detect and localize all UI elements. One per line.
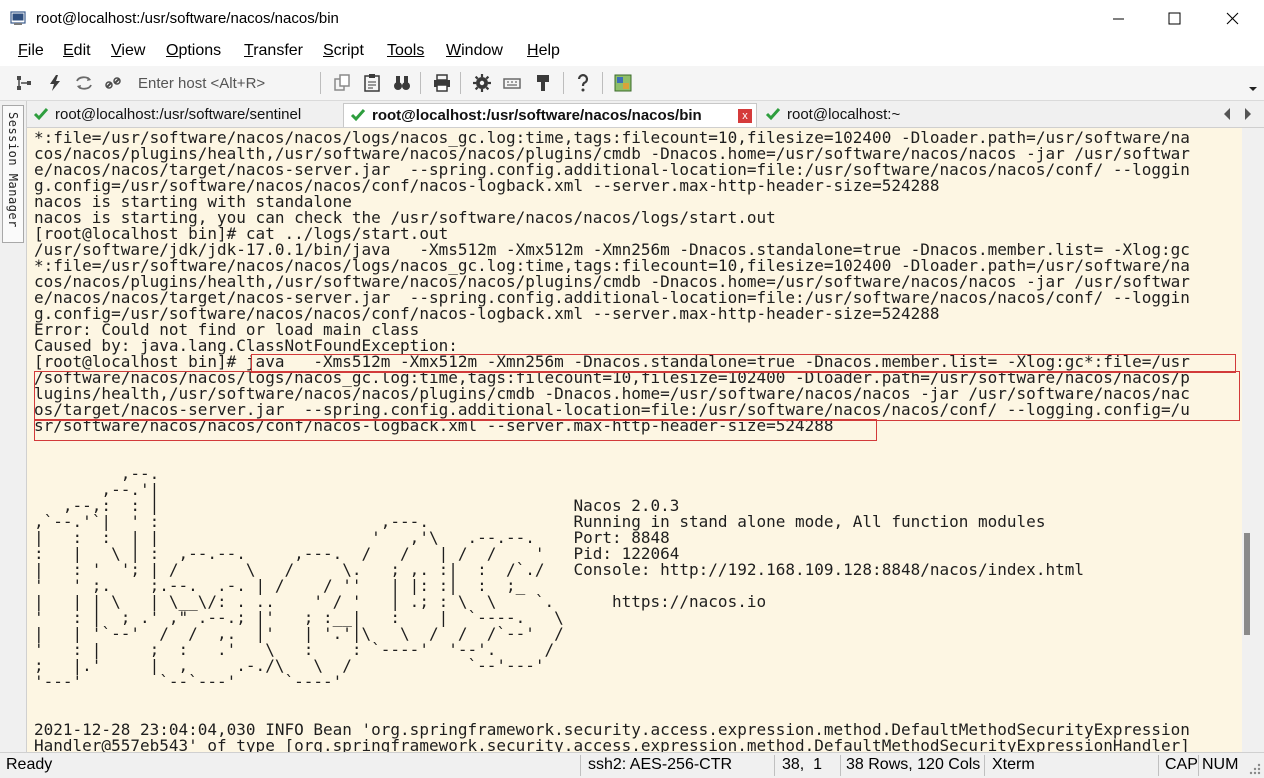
session-tab-bar: root@localhost:/usr/software/sentinel ro… [27, 101, 1264, 128]
toolbar-separator [602, 72, 603, 94]
toolbar [0, 66, 1264, 101]
connected-check-icon [350, 109, 366, 122]
status-separator [774, 755, 775, 776]
menu-window[interactable]: Window [446, 42, 503, 60]
menu-tools[interactable]: Tools [387, 42, 424, 60]
toolbar-overflow-icon[interactable] [1248, 85, 1258, 93]
tab-label: root@localhost:/usr/software/nacos/nacos… [372, 107, 702, 124]
connected-check-icon [765, 108, 781, 121]
menu-options[interactable]: Options [166, 42, 221, 60]
toolbar-separator [460, 72, 461, 94]
keymap-icon[interactable] [502, 73, 522, 93]
sftp-icon[interactable] [533, 73, 553, 93]
toolbar-separator [420, 72, 421, 94]
status-ready: Ready [6, 756, 53, 773]
terminal-output: *:file=/usr/software/nacos/nacos/logs/na… [34, 128, 1190, 753]
resize-grip-icon[interactable] [1248, 762, 1262, 776]
settings-icon[interactable] [472, 73, 492, 93]
session-manager-label: Session Manager [6, 112, 20, 228]
connected-check-icon [33, 108, 49, 121]
highlight-box [34, 371, 1240, 421]
toolbar-separator [320, 72, 321, 94]
tab-home[interactable]: root@localhost:~ [759, 103, 949, 126]
status-separator [580, 755, 581, 776]
connect-icon[interactable] [14, 73, 34, 93]
menu-bar: File Edit View Options Transfer Script T… [0, 38, 1264, 64]
session-manager-panel: Session Manager [0, 101, 27, 752]
status-separator [984, 755, 985, 776]
status-terminal-size: 38 Rows, 120 Cols [846, 756, 981, 773]
menu-help[interactable]: Help [527, 42, 560, 60]
highlight-box [34, 419, 877, 441]
tab-close-button[interactable]: x [738, 109, 752, 123]
session-icon[interactable] [613, 73, 633, 93]
terminal-scrollbar[interactable] [1242, 128, 1264, 752]
tab-sentinel[interactable]: root@localhost:/usr/software/sentinel [27, 103, 339, 126]
title-bar: root@localhost:/usr/software/nacos/nacos… [0, 0, 1264, 38]
scrollbar-thumb[interactable] [1244, 533, 1250, 635]
quick-connect-icon[interactable] [45, 73, 65, 93]
menu-edit[interactable]: Edit [63, 42, 91, 60]
menu-view[interactable]: View [111, 42, 145, 60]
menu-transfer[interactable]: Transfer [244, 42, 303, 60]
minimize-icon [1113, 18, 1124, 20]
paste-icon[interactable] [362, 73, 382, 93]
copy-icon[interactable] [332, 73, 352, 93]
close-icon [1226, 12, 1239, 25]
window-title: root@localhost:/usr/software/nacos/nacos… [36, 10, 339, 27]
status-cursor-position: 38, 1 [782, 756, 823, 773]
host-input[interactable] [132, 72, 322, 94]
find-icon[interactable] [392, 73, 412, 93]
status-cipher: ssh2: AES-256-CTR [588, 756, 733, 773]
status-bar: Ready ssh2: AES-256-CTR 38, 1 38 Rows, 1… [0, 752, 1264, 778]
tab-label: root@localhost:~ [787, 106, 901, 123]
status-separator [840, 755, 841, 776]
menu-script[interactable]: Script [323, 42, 364, 60]
status-separator [1158, 755, 1159, 776]
session-manager-tab[interactable]: Session Manager [2, 105, 24, 243]
reconnect-icon[interactable] [74, 73, 94, 93]
status-num-lock: NUM [1202, 756, 1239, 773]
tab-scroll-left-icon[interactable] [1222, 107, 1232, 121]
menu-file[interactable]: File [18, 42, 44, 60]
toolbar-separator [563, 72, 564, 94]
securecrt-app-icon [10, 11, 26, 25]
terminal-view[interactable]: *:file=/usr/software/nacos/nacos/logs/na… [27, 128, 1242, 752]
print-icon[interactable] [432, 73, 452, 93]
close-button[interactable] [1204, 0, 1262, 38]
tab-scroll-right-icon[interactable] [1243, 107, 1253, 121]
minimize-button[interactable] [1089, 0, 1147, 38]
status-emulation: Xterm [992, 756, 1035, 773]
maximize-button[interactable] [1146, 0, 1204, 38]
status-caps-lock: CAP [1165, 756, 1198, 773]
status-separator [1198, 755, 1199, 776]
tab-label: root@localhost:/usr/software/sentinel [55, 106, 302, 123]
maximize-icon [1168, 12, 1181, 25]
help-icon[interactable] [573, 73, 593, 93]
tab-nacos-bin[interactable]: root@localhost:/usr/software/nacos/nacos… [343, 103, 757, 127]
disconnect-icon[interactable] [103, 73, 123, 93]
